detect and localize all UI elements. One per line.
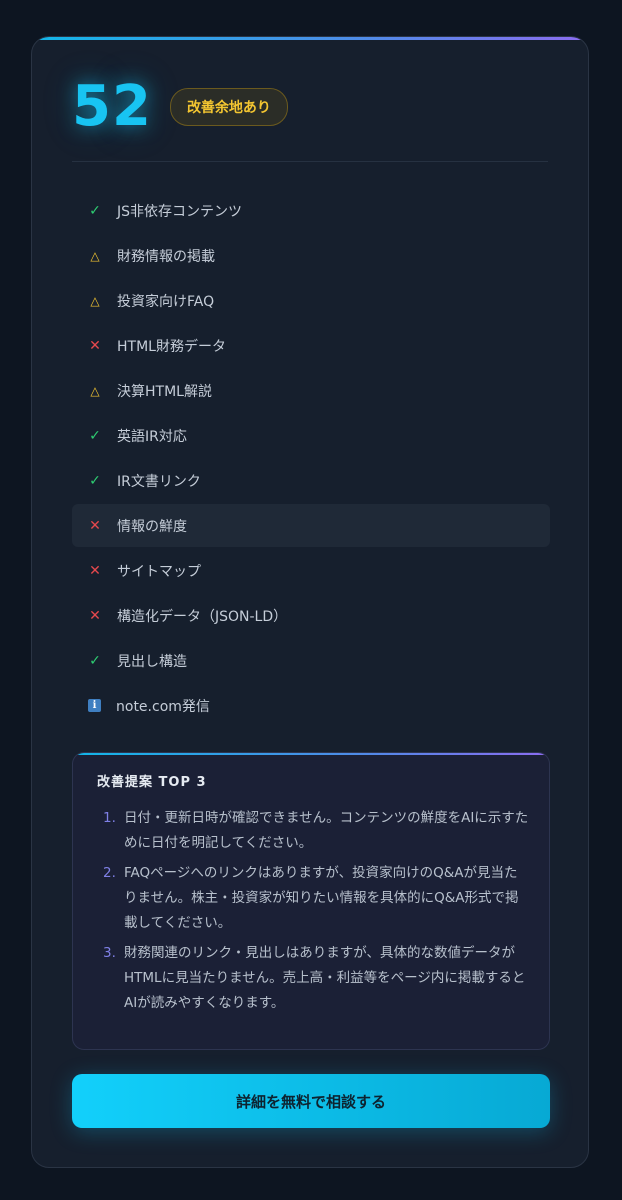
cross-icon: ✕ [89,607,101,624]
checklist-item: ✕ サイトマップ [72,549,550,592]
checklist-item-label: 投資家向けFAQ [117,293,215,310]
suggestion-number: 1. [103,810,116,826]
cross-icon: ✕ [89,562,101,579]
checklist-item-label: note.com発信 [116,698,210,715]
suggestions-title: 改善提案 TOP 3 [97,775,207,790]
suggestion-item: 1. 日付・更新日時が確認できません。コンテンツの鮮度をAIに示すために日付を明… [97,806,529,856]
checklist-item-label: IR文書リンク [117,473,201,490]
info-icon: i [88,699,101,712]
score-card: 52 改善余地あり ✓ JS非依存コンテンツ △ 財務情報の掲載 △ 投資家向け… [31,36,589,1168]
checklist-item-label: 見出し構造 [117,653,187,670]
warning-triangle-icon: △ [90,293,100,308]
suggestions-accent-line [73,753,549,755]
checklist-item: ✕ 構造化データ（JSON-LD） [72,594,550,637]
checklist-item: ✓ 英語IR対応 [72,414,550,457]
checklist-item-label: 情報の鮮度 [117,518,187,535]
check-icon: ✓ [89,652,101,669]
check-icon: ✓ [89,427,101,444]
suggestion-text: 財務関連のリンク・見出しはありますが、具体的な数値データがHTMLに見当たりませ… [124,945,526,1011]
checklist-item-label: 英語IR対応 [117,428,187,445]
divider [72,161,548,162]
consult-button[interactable]: 詳細を無料で相談する [72,1074,550,1128]
suggestions-list: 1. 日付・更新日時が確認できません。コンテンツの鮮度をAIに示すために日付を明… [97,806,529,1021]
checklist-item: △ 投資家向けFAQ [72,279,550,322]
checklist-item-label: 構造化データ（JSON-LD） [117,608,288,625]
checklist-item-label: JS非依存コンテンツ [117,203,243,220]
warning-triangle-icon: △ [90,248,100,263]
checklist-item: △ 財務情報の掲載 [72,234,550,277]
checklist-item: ✕ 情報の鮮度 [72,504,550,547]
suggestion-number: 2. [103,865,116,881]
checklist-item: ✕ HTML財務データ [72,324,550,367]
check-icon: ✓ [89,202,101,219]
cross-icon: ✕ [89,517,101,534]
checklist-item: ✓ IR文書リンク [72,459,550,502]
score-header: 52 改善余地あり [72,75,288,139]
checklist: ✓ JS非依存コンテンツ △ 財務情報の掲載 △ 投資家向けFAQ ✕ HTML… [72,189,550,729]
warning-triangle-icon: △ [90,383,100,398]
checklist-item: i note.com発信 [72,684,550,727]
checklist-item: △ 決算HTML解説 [72,369,550,412]
status-badge: 改善余地あり [169,88,288,126]
suggestion-number: 3. [103,945,116,961]
checklist-item: ✓ JS非依存コンテンツ [72,189,550,232]
checklist-item-label: サイトマップ [117,563,201,580]
suggestion-text: 日付・更新日時が確認できません。コンテンツの鮮度をAIに示すために日付を明記して… [124,810,529,851]
check-icon: ✓ [89,472,101,489]
checklist-item-label: 財務情報の掲載 [117,248,215,265]
suggestion-text: FAQページへのリンクはありますが、投資家向けのQ&Aが見当たりません。株主・投… [124,865,519,931]
suggestion-item: 2. FAQページへのリンクはありますが、投資家向けのQ&Aが見当たりません。株… [97,861,529,936]
score-value: 52 [72,74,152,139]
suggestion-item: 3. 財務関連のリンク・見出しはありますが、具体的な数値データがHTMLに見当た… [97,941,529,1016]
checklist-item-label: HTML財務データ [117,338,226,355]
card-accent-line [32,37,588,40]
checklist-item-label: 決算HTML解説 [117,383,212,400]
checklist-item: ✓ 見出し構造 [72,639,550,682]
cross-icon: ✕ [89,337,101,354]
suggestions-panel: 改善提案 TOP 3 1. 日付・更新日時が確認できません。コンテンツの鮮度をA… [72,752,550,1050]
